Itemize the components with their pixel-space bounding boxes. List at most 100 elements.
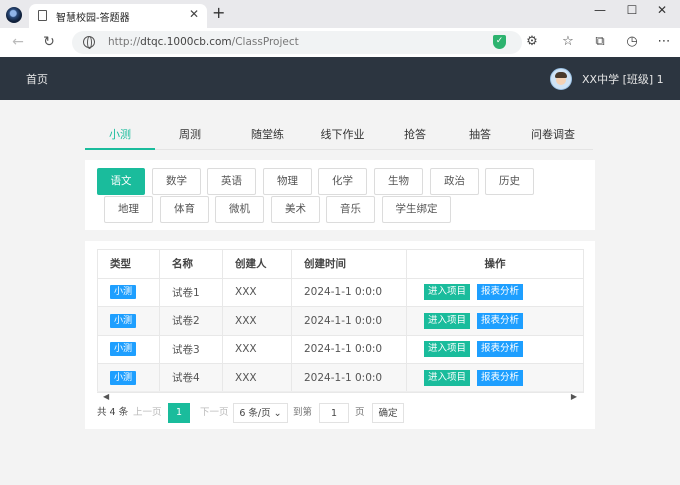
page-unit-label: 页	[355, 407, 365, 418]
avatar[interactable]	[550, 68, 572, 90]
report-analysis-button[interactable]: 报表分析	[477, 341, 524, 358]
name-cell: 试卷3	[159, 334, 223, 364]
paper-table-panel: 类型 名称 创建人 创建时间 操作 小测 试卷1 XXX 2024-1-1 0:…	[85, 241, 595, 429]
browser-tab-bar: 智慧校园-答题器 ✕ + — ☐ ✕	[0, 0, 680, 28]
subject-geography[interactable]: 地理	[104, 196, 153, 223]
subject-math[interactable]: 数学	[152, 168, 201, 195]
tab-buzz-answer[interactable]: 抢答	[385, 126, 445, 150]
extensions-icon[interactable]: ⚙	[523, 33, 541, 51]
profile-icon[interactable]	[6, 7, 22, 23]
type-badge: 小测	[110, 285, 137, 300]
col-name: 名称	[159, 249, 223, 279]
browser-toolbar: ← ↻ http://dtqc.1000cb.com/ClassProject	[0, 28, 680, 58]
subject-student-binding[interactable]: 学生绑定	[382, 196, 451, 223]
type-cell: 小测	[97, 277, 160, 307]
col-created-time: 创建时间	[291, 249, 407, 279]
tab-survey[interactable]: 问卷调查	[513, 126, 593, 150]
maximize-icon[interactable]: ☐	[622, 3, 642, 17]
table-row: 小测 试卷2 XXX 2024-1-1 0:0:0 进入项目 报表分析	[97, 306, 584, 336]
scroll-right-icon[interactable]: ▶	[571, 392, 577, 401]
type-badge: 小测	[110, 342, 137, 357]
type-cell: 小测	[97, 334, 160, 364]
new-tab-button[interactable]: +	[212, 5, 225, 21]
time-cell: 2024-1-1 0:0:0	[291, 277, 407, 307]
creator-cell: XXX	[222, 334, 292, 364]
scroll-left-icon[interactable]: ◀	[103, 392, 109, 401]
col-type: 类型	[97, 249, 160, 279]
history-icon[interactable]: ◷	[623, 33, 641, 51]
table-row: 小测 试卷1 XXX 2024-1-1 0:0:0 进入项目 报表分析	[97, 277, 584, 307]
tab-in-class[interactable]: 随堂练	[235, 126, 300, 150]
report-analysis-button[interactable]: 报表分析	[477, 284, 524, 301]
home-link[interactable]: 首页	[26, 71, 48, 87]
more-icon[interactable]: ⋯	[655, 33, 673, 51]
app-header: 首页 XX中学 [班级] 1	[0, 57, 680, 100]
subject-physics[interactable]: 物理	[263, 168, 312, 195]
subject-panel: 语文 数学 英语 物理 化学 生物 政治 历史 地理 体育 微机 美术 音乐 学…	[85, 160, 595, 230]
user-name[interactable]: XX中学 [班级] 1	[582, 71, 664, 87]
prev-page-button[interactable]: 上一页	[133, 403, 162, 423]
tab-weekly[interactable]: 周测	[160, 126, 220, 150]
page-size-select[interactable]: 6 条/页 ⌄	[233, 403, 288, 423]
current-page[interactable]: 1	[168, 403, 190, 423]
name-cell: 试卷1	[159, 277, 223, 307]
horizontal-scrollbar[interactable]: ◀ ▶	[97, 391, 583, 402]
tab-quiz[interactable]: 小测	[85, 126, 155, 150]
close-window-icon[interactable]: ✕	[652, 3, 672, 17]
enter-project-button[interactable]: 进入项目	[424, 369, 471, 386]
table-row: 小测 试卷4 XXX 2024-1-1 0:0:0 进入项目 报表分析	[97, 363, 584, 393]
pagination: 共 4 条 上一页 1 下一页 6 条/页 ⌄ 到第 1 页 确定	[97, 403, 583, 423]
type-cell: 小测	[97, 306, 160, 336]
subject-music[interactable]: 音乐	[326, 196, 375, 223]
actions-cell: 进入项目 报表分析	[406, 277, 584, 307]
next-page-button[interactable]: 下一页	[200, 403, 229, 423]
subject-computer[interactable]: 微机	[215, 196, 264, 223]
address-bar[interactable]: http://dtqc.1000cb.com/ClassProject	[72, 31, 522, 54]
time-cell: 2024-1-1 0:0:0	[291, 334, 407, 364]
table-header-row: 类型 名称 创建人 创建时间 操作	[97, 249, 584, 279]
report-analysis-button[interactable]: 报表分析	[477, 369, 524, 386]
col-actions: 操作	[406, 249, 584, 279]
avatar-hair	[555, 72, 567, 78]
globe-icon	[83, 36, 95, 49]
collections-icon[interactable]: ⧉	[591, 33, 609, 51]
tab-random-answer[interactable]: 抽答	[450, 126, 510, 150]
actions-cell: 进入项目 报表分析	[406, 306, 584, 336]
subject-chemistry[interactable]: 化学	[318, 168, 367, 195]
subject-biology[interactable]: 生物	[374, 168, 423, 195]
total-count: 共 4 条	[97, 407, 129, 418]
subject-chinese[interactable]: 语文	[97, 168, 145, 195]
back-icon[interactable]: ←	[9, 33, 27, 51]
name-cell: 试卷4	[159, 363, 223, 393]
refresh-icon[interactable]: ↻	[40, 33, 58, 51]
goto-label: 到第	[293, 407, 313, 418]
name-cell: 试卷2	[159, 306, 223, 336]
tab-offline-homework[interactable]: 线下作业	[305, 126, 380, 150]
actions-cell: 进入项目 报表分析	[406, 334, 584, 364]
subject-art[interactable]: 美术	[271, 196, 320, 223]
tab-title: 智慧校园-答题器	[56, 13, 130, 24]
subject-history[interactable]: 历史	[485, 168, 534, 195]
confirm-button[interactable]: 确定	[372, 403, 404, 423]
url-text: http://dtqc.1000cb.com/ClassProject	[108, 36, 299, 48]
minimize-icon[interactable]: —	[590, 3, 610, 17]
enter-project-button[interactable]: 进入项目	[424, 312, 471, 329]
subject-pe[interactable]: 体育	[160, 196, 209, 223]
enter-project-button[interactable]: 进入项目	[424, 284, 471, 301]
subject-english[interactable]: 英语	[207, 168, 256, 195]
time-cell: 2024-1-1 0:0:0	[291, 306, 407, 336]
close-tab-icon[interactable]: ✕	[189, 7, 199, 21]
creator-cell: XXX	[222, 363, 292, 393]
browser-tab[interactable]: 智慧校园-答题器 ✕	[29, 4, 207, 28]
goto-page-input[interactable]: 1	[319, 403, 349, 423]
shield-icon[interactable]: ✓	[493, 35, 506, 49]
table-row: 小测 试卷3 XXX 2024-1-1 0:0:0 进入项目 报表分析	[97, 334, 584, 364]
enter-project-button[interactable]: 进入项目	[424, 341, 471, 358]
page-icon	[38, 10, 47, 21]
report-analysis-button[interactable]: 报表分析	[477, 312, 524, 329]
type-cell: 小测	[97, 363, 160, 393]
test-type-tabs: 小测 周测 随堂练 线下作业 抢答 抽答 问卷调查	[85, 120, 593, 150]
subject-politics[interactable]: 政治	[430, 168, 479, 195]
creator-cell: XXX	[222, 277, 292, 307]
favorites-icon[interactable]: ☆	[559, 33, 577, 51]
